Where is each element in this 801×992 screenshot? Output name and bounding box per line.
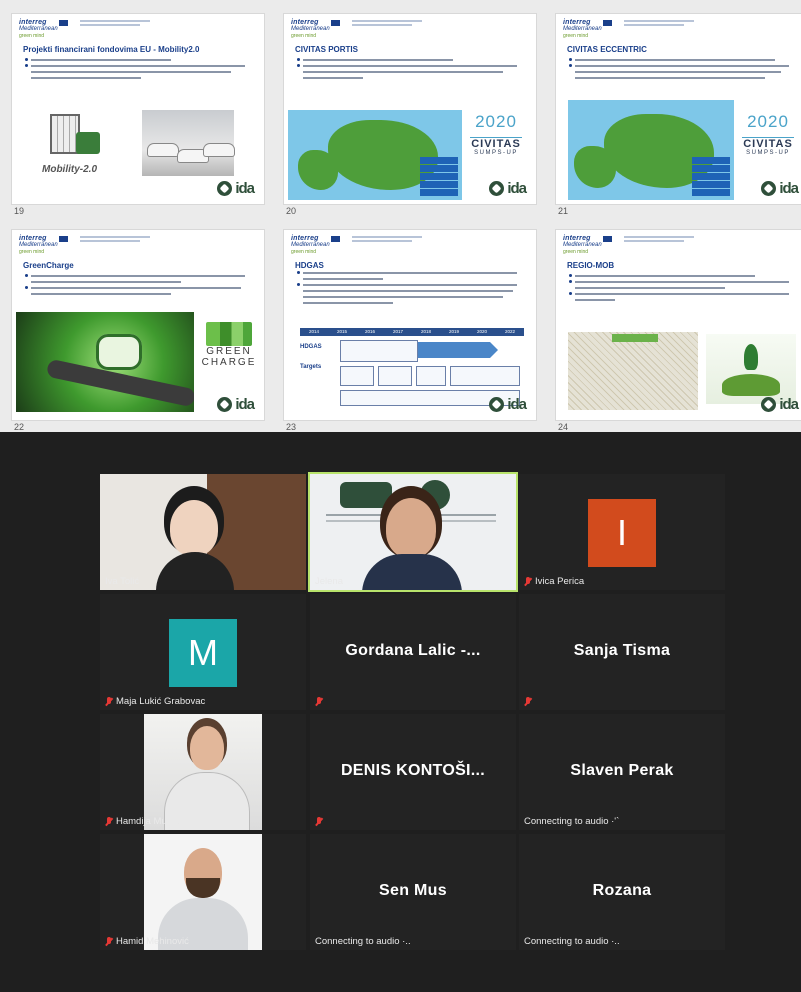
interreg-logo: interreg Mediterranean green mind: [563, 19, 621, 41]
meeting-gallery-view: Iva Tolić Jelena I Ivica Perica M Maja L…: [0, 432, 801, 992]
slide-header-lines: [352, 20, 422, 32]
participant-name-label: Hamid Mehinović: [102, 935, 192, 948]
interreg-logo: interreg Mediterranean green mind: [291, 235, 349, 257]
muted-mic-icon: [524, 576, 532, 587]
interreg-logo: interreg Mediterranean green mind: [19, 19, 77, 41]
mobility-logo-image: Mobility-2.0: [42, 114, 114, 179]
slide-bullets: [569, 58, 795, 83]
slide-title: HDGAS: [295, 261, 324, 270]
participant-avatar: M: [169, 619, 237, 687]
interreg-logo: interreg Mediterranean green mind: [563, 235, 621, 257]
participant-tile-rozana[interactable]: Rozana Connecting to audio ·..: [519, 834, 725, 950]
participant-display-name: Gordana Lalic -...: [345, 642, 481, 659]
participant-name-label: Jelena: [315, 576, 343, 587]
participant-name-label: [312, 696, 326, 708]
slide-header-lines: [80, 20, 150, 32]
europe-map-image: [288, 110, 462, 200]
slide-header-lines: [80, 236, 150, 248]
slide-title: REGIO-MOB: [567, 261, 615, 270]
participant-avatar: I: [588, 499, 656, 567]
interreg-logo: interreg Mediterranean green mind: [19, 235, 77, 257]
participant-display-name: Slaven Perak: [570, 762, 674, 779]
slide-header-lines: [624, 20, 694, 32]
green-earth-image: [706, 334, 796, 404]
participant-status-label: Connecting to audio ·'`: [524, 816, 620, 827]
city-illustration-image: [568, 332, 698, 410]
europe-map-image: [568, 100, 734, 200]
muted-mic-icon: [315, 817, 323, 827]
participant-tile-denis[interactable]: DENIS KONTOŠI...: [310, 714, 516, 830]
ida-logo: ida: [489, 396, 527, 413]
participant-display-name: DENIS KONTOŠI...: [340, 762, 486, 779]
participant-video: [310, 474, 516, 590]
slide-thumbnail-19[interactable]: interreg Mediterranean green mind Projekti…: [12, 14, 264, 204]
slide-thumbnail-24[interactable]: interreg Mediterranean green mind REGIO-MO…: [556, 230, 801, 420]
slide-number: 21: [558, 206, 569, 216]
slide-title: Projekti financirani fondovima EU - Mobi…: [23, 45, 200, 54]
civitas-logo: 2020 CIVITAS SUMPS-UP: [470, 112, 522, 156]
slide-title: CIVITAS PORTIS: [295, 45, 358, 54]
participant-name-label: Hamdija Mujezin: [102, 815, 189, 828]
civitas-logo: 2020 CIVITAS SUMPS-UP: [742, 112, 794, 156]
slide-thumbnail-20[interactable]: interreg Mediterranean green mind CIVITAS …: [284, 14, 536, 204]
ida-logo: ida: [761, 396, 799, 413]
ev-charger-plug-image: [16, 312, 194, 412]
participant-status-label: Connecting to audio ·..: [524, 936, 620, 947]
participant-video: [144, 714, 262, 830]
slide-number: 24: [558, 422, 569, 432]
participant-name-label: Maja Lukić Grabovac: [102, 695, 208, 708]
timeline-years: 2014 2015 2016 2017 2018 2019 2020 2022: [300, 328, 524, 336]
slide-title: GreenCharge: [23, 261, 74, 270]
slide-bullets: [569, 274, 795, 305]
participant-tile-jelena[interactable]: Jelena: [310, 474, 516, 590]
participant-tile-sen[interactable]: Sen Mus Connecting to audio ·..: [310, 834, 516, 950]
participant-tile-slaven[interactable]: Slaven Perak Connecting to audio ·'`: [519, 714, 725, 830]
muted-mic-icon: [524, 697, 532, 707]
slide-number: 19: [14, 206, 25, 216]
slide-title: CIVITAS ECCENTRIC: [567, 45, 647, 54]
participant-tile-hamid[interactable]: Hamid Mehinović: [100, 834, 306, 950]
ida-logo: ida: [217, 396, 255, 413]
slide-bullets: [25, 274, 251, 299]
slide-sorter: interreg Mediterranean green mind Projekti…: [0, 0, 801, 432]
slide-header-lines: [352, 236, 422, 248]
ida-logo: ida: [761, 180, 799, 197]
interreg-logo: interreg Mediterranean green mind: [291, 19, 349, 41]
muted-mic-icon: [315, 697, 323, 707]
ida-logo: ida: [489, 180, 527, 197]
participant-display-name: Sanja Tisma: [573, 642, 671, 659]
ida-logo: ida: [217, 180, 255, 197]
participant-tile-maja[interactable]: M Maja Lukić Grabovac: [100, 594, 306, 710]
slide-number: 20: [286, 206, 297, 216]
slide-bullets: [297, 271, 523, 308]
participant-name-label: [521, 696, 535, 708]
participant-status-label: Connecting to audio ·..: [315, 936, 411, 947]
slide-number: 22: [14, 422, 25, 432]
participant-tile-sanja[interactable]: Sanja Tisma: [519, 594, 725, 710]
slide-thumbnail-22[interactable]: interreg Mediterranean green mind GreenCha…: [12, 230, 264, 420]
participant-name-label: [312, 816, 326, 828]
participant-video: [144, 834, 262, 950]
muted-mic-icon: [105, 936, 113, 947]
muted-mic-icon: [105, 696, 113, 707]
participant-tile-iva[interactable]: Iva Tolić: [100, 474, 306, 590]
slide-bullets: [25, 58, 251, 83]
slide-bullets: [297, 58, 523, 83]
participant-tile-gordana[interactable]: Gordana Lalic -...: [310, 594, 516, 710]
muted-mic-icon: [105, 816, 113, 827]
slide-number: 23: [286, 422, 297, 432]
participant-name-label: Iva Tolić: [105, 576, 140, 587]
slide-thumbnail-23[interactable]: interreg Mediterranean green mind HDGAS 20…: [284, 230, 536, 420]
participant-tile-ivica[interactable]: I Ivica Perica: [519, 474, 725, 590]
slide-header-lines: [624, 236, 694, 248]
participant-tile-hamdija[interactable]: Hamdija Mujezin: [100, 714, 306, 830]
electric-cars-image: [142, 110, 234, 176]
slide-thumbnail-21[interactable]: interreg Mediterranean green mind CIVITAS …: [556, 14, 801, 204]
participant-display-name: Sen Mus: [379, 882, 447, 899]
greencharge-logo: GREEN CHARGE: [200, 322, 258, 382]
participant-display-name: Rozana: [592, 882, 652, 899]
participant-name-label: Ivica Perica: [521, 575, 587, 588]
participant-video: [100, 474, 306, 590]
